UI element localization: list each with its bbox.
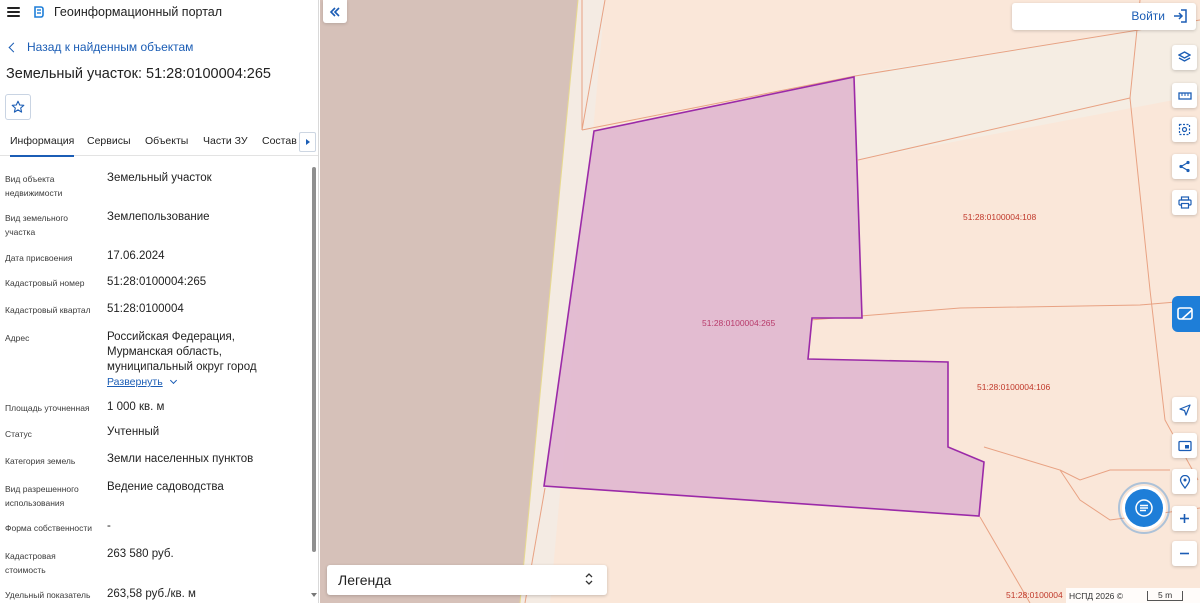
scroll-down-icon[interactable]: [311, 593, 317, 597]
top-bar: Геоинформационный портал: [0, 0, 318, 24]
portal-title: Геоинформационный портал: [54, 5, 223, 19]
favorite-button[interactable]: [5, 94, 31, 120]
tab-composition[interactable]: Состав: [262, 135, 297, 147]
document-pen-icon: [1177, 307, 1193, 320]
map-view-icon: [1177, 440, 1192, 451]
prop-value-cadastral-quarter: 51:28:0100004: [107, 303, 184, 315]
map-attribution: НСПД 2026 © 5 m: [1066, 588, 1200, 603]
prop-label-status: Статус: [5, 429, 32, 439]
prop-value-address: Российская Федерация, Мурманская область…: [107, 331, 257, 373]
back-to-results-link[interactable]: Назад к найденным объектам: [8, 40, 193, 54]
print-button[interactable]: [1172, 190, 1197, 215]
print-icon: [1177, 196, 1192, 209]
prop-label-ownership: Форма собственности: [5, 523, 92, 533]
map-layer: [320, 0, 1200, 603]
zoom-in-button[interactable]: [1172, 506, 1197, 531]
address-expand-link[interactable]: Развернуть: [107, 376, 177, 388]
chevron-down-icon: [169, 376, 177, 385]
chevron-left-icon: [8, 42, 19, 52]
locate-icon: [1178, 403, 1191, 416]
prop-label-unit-value: Удельный показатель: [5, 590, 91, 600]
map-canvas[interactable]: 51:28:0100004:265 51:28:0100004:108 51:2…: [320, 0, 1200, 603]
portal-logo-icon: [34, 6, 44, 18]
tab-parcel-parts[interactable]: Части ЗУ: [203, 135, 248, 147]
prop-label-permitted-use: Вид разрешенного использования: [5, 484, 79, 508]
tab-information[interactable]: Информация: [10, 135, 75, 157]
caret-right-icon: [305, 139, 310, 145]
star-icon: [11, 100, 25, 113]
prop-value-unit-value: 263,58 руб./кв. м: [107, 588, 196, 600]
ruler-icon: [1177, 91, 1192, 100]
zoom-out-button[interactable]: [1172, 541, 1197, 566]
scroll-thumb[interactable]: [312, 167, 316, 552]
zoom-in-icon: [1180, 514, 1189, 523]
login-button[interactable]: Войти: [1131, 9, 1188, 23]
map-view-button[interactable]: [1172, 433, 1197, 458]
layers-button[interactable]: [1172, 45, 1197, 70]
tab-bar: Информация Сервисы Объекты Части ЗУ Сост…: [0, 130, 318, 157]
prop-value-assign-date: 17.06.2024: [107, 250, 165, 262]
parcel-108-label: 51:28:0100004:108: [963, 212, 1037, 222]
share-button[interactable]: [1172, 154, 1197, 179]
tab-services[interactable]: Сервисы: [87, 135, 131, 147]
updown-chevron-icon: [585, 573, 593, 585]
share-icon: [1179, 160, 1190, 173]
double-chevron-left-icon: [329, 6, 340, 17]
prop-label-land-category: Категория земель: [5, 456, 76, 466]
prop-label-object-type: Вид объекта недвижимости: [5, 174, 63, 198]
prop-value-land-category: Земли населенных пунктов: [107, 453, 254, 465]
prop-value-permitted-use: Ведение садоводства: [107, 481, 224, 493]
ruler-button[interactable]: [1172, 83, 1197, 108]
prop-label-assign-date: Дата присвоения: [5, 253, 73, 263]
prop-label-cadastral-quarter: Кадастровый квартал: [5, 305, 91, 315]
prop-label-area: Площадь уточненная: [5, 403, 90, 413]
assistant-chat-button[interactable]: [1118, 482, 1170, 534]
login-label: Войти: [1131, 9, 1165, 23]
bottom-quarter-label: 51:28:0100004: [1006, 590, 1063, 600]
prop-value-cadastral-value: 263 580 руб.: [107, 548, 174, 560]
unassigned-zone: [855, 20, 1200, 160]
info-panel: Геоинформационный портал Назад к найденн…: [0, 0, 319, 603]
prop-label-parcel-type: Вид земельного участка: [5, 213, 69, 237]
geo-pin-icon: [1179, 474, 1190, 489]
select-area-icon: [1178, 123, 1191, 136]
prop-label-cadastral-value: Кадастровая стоимость: [5, 551, 56, 575]
object-title: Земельный участок: 51:28:0100004:265: [6, 66, 271, 82]
prop-label-cadastral-number: Кадастровый номер: [5, 278, 85, 288]
tab-objects[interactable]: Объекты: [145, 135, 188, 147]
scale-bar: 5 m: [1147, 590, 1184, 601]
zoom-out-icon: [1180, 552, 1189, 555]
collapse-panel-button[interactable]: [323, 0, 347, 23]
legend-label: Легенда: [338, 572, 392, 588]
app-root: Геоинформационный портал Назад к найденн…: [0, 0, 1200, 603]
prop-value-ownership: -: [107, 520, 111, 532]
login-icon: [1174, 9, 1187, 23]
chat-ring: [1118, 482, 1170, 534]
back-link-label: Назад к найденным объектам: [27, 40, 194, 54]
layers-icon: [1178, 51, 1191, 62]
expand-label: Развернуть: [107, 376, 163, 388]
select-area-button[interactable]: [1172, 117, 1197, 142]
prop-label-address: Адрес: [5, 333, 30, 343]
prop-value-object-type: Земельный участок: [107, 172, 212, 184]
geo-pin-button[interactable]: [1172, 469, 1197, 494]
panel-scrollbar[interactable]: [311, 165, 317, 603]
tabs-scroll-right-button[interactable]: [299, 132, 316, 152]
menu-icon[interactable]: [7, 7, 20, 17]
news-side-tab[interactable]: [1172, 296, 1200, 332]
prop-value-parcel-type: Землепользование: [107, 211, 210, 223]
selected-parcel-label: 51:28:0100004:265: [702, 318, 776, 328]
login-bar: Войти: [1012, 3, 1196, 30]
prop-value-status: Учтенный: [107, 426, 160, 438]
locate-button[interactable]: [1172, 397, 1197, 422]
prop-value-cadastral-number: 51:28:0100004:265: [107, 276, 207, 288]
prop-value-area: 1 000 кв. м: [107, 401, 165, 413]
parcel-106-label: 51:28:0100004:106: [977, 382, 1051, 392]
attribution-text: НСПД 2026 ©: [1069, 590, 1124, 601]
legend-dropdown[interactable]: Легенда: [327, 565, 607, 595]
